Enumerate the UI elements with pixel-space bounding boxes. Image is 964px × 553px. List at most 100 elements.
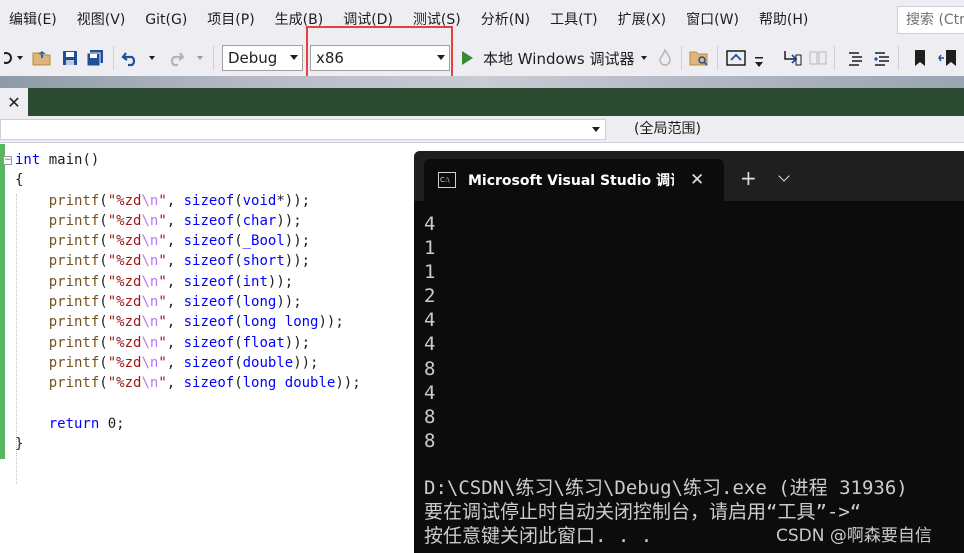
toolbar-options-icon[interactable] [752,52,766,72]
menu-item[interactable]: 项目(P) [197,0,264,40]
code-token: ( [234,294,243,311]
console-tab-title: Microsoft Visual Studio 调试控制台 [468,173,674,189]
close-icon[interactable]: ✕ [0,88,28,116]
home-window-icon[interactable] [726,48,746,68]
undo-icon[interactable] [120,48,140,68]
navigation-bar: (全局范围) [0,116,964,143]
code-token: \n [141,233,159,250]
new-tab-icon[interactable]: + [740,168,757,188]
menu-item[interactable]: 调试(D) [333,0,403,40]
code-token: )); [293,354,319,371]
code-line: printf("%zd\n", sizeof(int)); [15,272,361,292]
platform-select[interactable]: x86 [310,45,450,71]
code-token: long double [242,375,336,392]
project-scope-select[interactable] [0,119,606,140]
hot-reload-flame-icon[interactable] [655,48,675,68]
console-tab[interactable]: C:\ Microsoft Visual Studio 调试控制台 ✕ [424,159,724,201]
undo-dropdown-icon[interactable] [146,48,158,68]
code-token: ( [99,212,108,229]
code-token: , [166,314,184,331]
start-debugging-button[interactable]: 本地 Windows 调试器 [458,40,647,76]
code-token: } [15,436,24,453]
bookmark-icon[interactable] [910,48,930,68]
code-token: \n [141,192,159,209]
chevron-down-icon[interactable] [778,170,790,182]
code-token: ( [99,233,108,250]
code-token: sizeof [183,294,235,311]
menu-item[interactable]: 帮助(H) [749,0,818,40]
code-line: } [15,434,361,454]
menu-item[interactable]: 工具(T) [540,0,607,40]
code-token: sizeof [183,314,235,331]
menu-item[interactable]: 视图(V) [67,0,136,40]
code-token: ( [234,375,243,392]
code-token: , [166,375,184,392]
code-token: float [242,334,285,351]
code-token: \n [141,354,159,371]
save-all-icon[interactable] [85,48,105,68]
code-token: " [158,354,167,371]
uncomment-lines-icon[interactable] [872,48,892,68]
code-line: return 0; [15,414,361,434]
code-token: \n [141,212,159,229]
menu-item[interactable]: 测试(S) [403,0,471,40]
new-project-dropdown-icon[interactable] [14,48,26,68]
console-output-line: 8 [424,429,436,452]
step-over-icon[interactable] [808,48,828,68]
code-token: )); [335,375,361,392]
save-icon[interactable] [60,48,80,68]
global-scope-select[interactable]: (全局范围) [612,119,964,140]
code-lines: int main(){ printf("%zd\n", sizeof(void*… [15,150,361,454]
toolbar-separator [681,46,682,70]
redo-icon[interactable] [166,48,186,68]
console-titlebar: C:\ Microsoft Visual Studio 调试控制台 ✕ + [414,151,964,201]
code-token: ( [99,334,108,351]
code-token: ( [234,233,243,250]
code-token: sizeof [183,334,235,351]
code-token: { [15,172,24,189]
chevron-down-icon [592,127,600,132]
menu-item[interactable]: 编辑(E) [0,0,67,40]
menu-item[interactable]: 扩展(X) [608,0,677,40]
console-output-line: 8 [424,405,436,428]
code-line: printf("%zd\n", sizeof(double)); [15,353,361,373]
code-token: " [158,334,167,351]
theme-background-band [0,76,964,88]
code-token: _Bool [242,233,285,250]
previous-bookmark-icon[interactable] [938,48,958,68]
collapse-icon[interactable]: − [3,156,12,165]
code-token: short [242,253,285,270]
code-token: return [48,415,100,432]
code-token: ( [99,375,108,392]
redo-dropdown-icon[interactable] [194,48,206,68]
step-into-icon[interactable] [782,48,802,68]
code-token: " [158,273,167,290]
close-icon[interactable]: ✕ [690,170,704,190]
menu-item[interactable]: 分析(N) [471,0,540,40]
code-line: printf("%zd\n", sizeof(float)); [15,333,361,353]
console-output-line: 4 [424,309,436,332]
code-token: "%zd [107,294,142,311]
code-token: printf [48,314,100,331]
menu-item[interactable]: 生成(B) [265,0,334,40]
menu-item[interactable]: Git(G) [135,0,197,40]
change-tracking-margin [0,144,6,553]
code-token: )); [267,273,294,290]
solution-explorer-icon[interactable] [689,48,709,68]
comment-lines-icon[interactable] [846,48,866,68]
configuration-select[interactable]: Debug [222,45,303,71]
code-token: , [166,212,184,229]
search-input[interactable]: 搜索 (Ctrl [897,6,964,34]
debug-console-window[interactable]: C:\ Microsoft Visual Studio 调试控制台 ✕ + 41… [414,151,964,553]
code-token: int [15,152,41,168]
open-folder-icon[interactable] [32,48,52,68]
code-token: )); [284,233,311,250]
menu-item[interactable]: 窗口(W) [676,0,749,40]
code-token: sizeof [183,273,235,290]
console-output-line: 4 [424,381,436,404]
